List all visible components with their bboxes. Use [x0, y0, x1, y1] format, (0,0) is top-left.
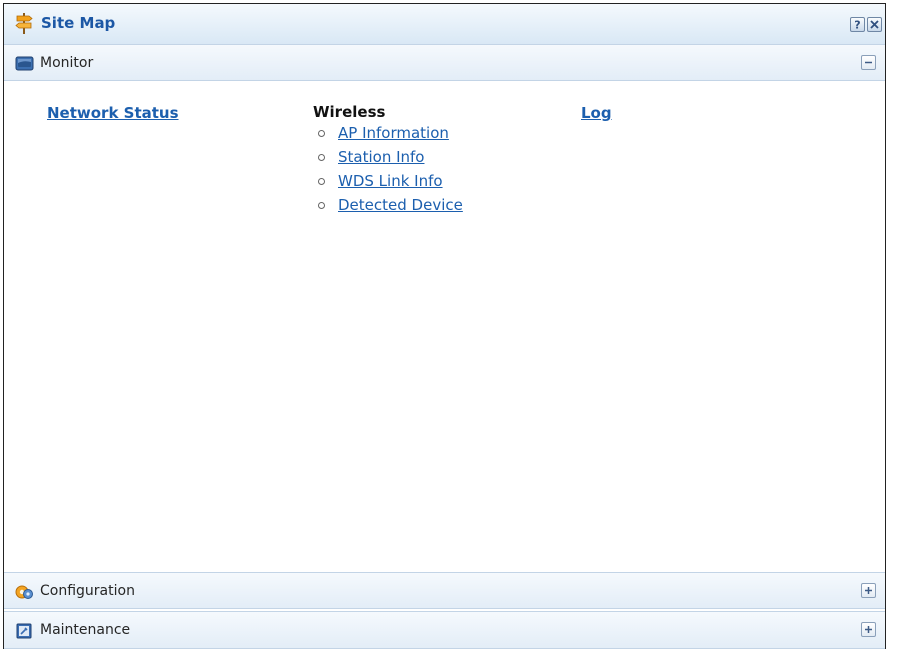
expand-button[interactable]: [861, 622, 876, 637]
log-link[interactable]: Log: [581, 104, 612, 122]
wireless-heading: Wireless: [313, 103, 386, 121]
ap-information-link[interactable]: AP Information: [338, 124, 449, 142]
list-item: WDS Link Info: [313, 170, 463, 194]
help-button[interactable]: ?: [850, 17, 865, 32]
collapse-button[interactable]: [861, 55, 876, 70]
maintenance-icon: [16, 623, 32, 639]
detected-device-link[interactable]: Detected Device: [338, 196, 463, 214]
section-label-configuration: Configuration: [40, 583, 135, 599]
question-icon: ?: [854, 19, 860, 32]
title-bar: Site Map ?: [4, 4, 885, 45]
section-label-monitor: Monitor: [40, 55, 94, 71]
plus-icon: [865, 626, 872, 633]
station-info-link[interactable]: Station Info: [338, 148, 424, 166]
section-header-configuration[interactable]: Configuration: [4, 572, 885, 609]
list-item: Detected Device: [313, 194, 463, 218]
wireless-links: AP Information Station Info WDS Link Inf…: [313, 122, 463, 218]
configuration-icon: [15, 585, 33, 599]
bullet-icon: [318, 178, 325, 185]
monitor-content: Network Status Wireless AP Information S…: [4, 81, 885, 572]
expand-button[interactable]: [861, 583, 876, 598]
list-item: AP Information: [313, 122, 463, 146]
network-status-column: Network Status: [47, 103, 179, 122]
svg-text:?: ?: [854, 19, 860, 32]
bullet-icon: [318, 130, 325, 137]
signpost-icon: [15, 13, 33, 34]
bullet-icon: [318, 154, 325, 161]
monitor-icon: [15, 56, 34, 71]
section-header-monitor[interactable]: Monitor: [4, 44, 885, 81]
log-column: Log: [581, 103, 612, 122]
network-status-link[interactable]: Network Status: [47, 104, 179, 122]
plus-icon: [865, 587, 872, 594]
wireless-column: Wireless AP Information Station Info WDS…: [313, 103, 463, 218]
list-item: Station Info: [313, 146, 463, 170]
wds-link-info-link[interactable]: WDS Link Info: [338, 172, 443, 190]
section-header-maintenance[interactable]: Maintenance: [4, 611, 885, 649]
site-map-window: Site Map ? Monitor Network Status Wirele…: [3, 3, 886, 649]
section-label-maintenance: Maintenance: [40, 622, 131, 638]
bullet-icon: [318, 202, 325, 209]
window-title: Site Map: [41, 14, 116, 32]
minus-icon: [865, 61, 872, 64]
close-icon: [870, 20, 879, 29]
close-button[interactable]: [867, 17, 882, 32]
